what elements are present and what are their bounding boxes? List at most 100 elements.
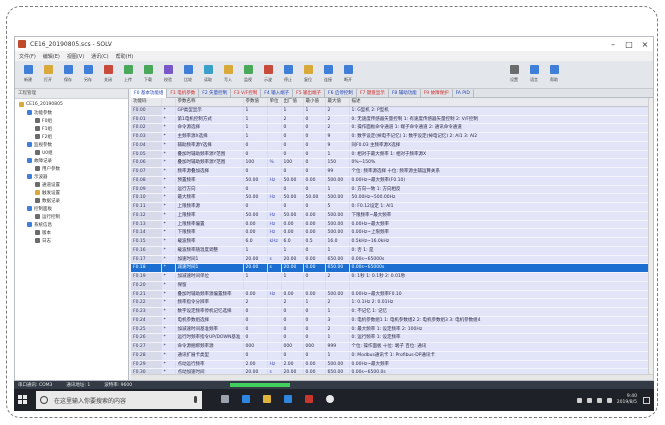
table-row[interactable]: F0.22 * 频率指令分辨率 2 2 1 2 1: 0.1Hz 2: 0.01Hz <box>131 298 653 308</box>
table-row[interactable]: F0.07 * 频率源叠加选择 0 0 0 99 个位: 频率源选择 十位: 频率源主辅运算关… <box>131 167 653 177</box>
column-header[interactable]: 出厂值 <box>281 98 304 107</box>
vertical-scrollbar[interactable] <box>648 98 653 375</box>
tree-node[interactable]: 监视参数 <box>27 141 52 148</box>
toolbar-button[interactable]: 断开 <box>339 64 357 86</box>
parameter-tab[interactable]: F3 V/F控制 <box>231 89 262 98</box>
menu-item[interactable]: 视图(V) <box>67 53 84 60</box>
table-cell[interactable]: 1 <box>243 272 268 282</box>
toolbar-button[interactable]: 新建 <box>19 64 37 86</box>
table-cell[interactable]: 0.00 <box>243 290 268 300</box>
table-row[interactable]: F0.16 * 载波频率随温度调整 1 1 0 1 0: 否 1: 是 <box>131 246 653 256</box>
toolbar-button[interactable]: 校验 <box>159 64 177 86</box>
volume-icon[interactable] <box>596 397 602 403</box>
table-cell[interactable]: 0 <box>243 351 268 361</box>
table-cell[interactable]: 50.00 <box>243 176 268 186</box>
table-cell[interactable]: 1 <box>243 123 268 133</box>
table-cell[interactable]: 50.00 <box>243 211 268 221</box>
maximize-button[interactable]: □ <box>621 37 637 51</box>
table-row[interactable]: F0.19 * 加减速时间单位 1 1 0 2 0: 1秒 1: 0.1秒 2: 0.01秒 <box>131 272 653 282</box>
table-row[interactable]: F0.29 * 点动运行频率 2.00 Hz 2.00 0.00 500.00 0.00Hz~最… <box>131 360 653 370</box>
table-cell[interactable]: 6.0 <box>243 237 268 247</box>
solv-icon[interactable] <box>302 392 316 408</box>
parameter-tab[interactable]: F5 输出端子 <box>293 89 326 98</box>
table-row[interactable]: F0.02 * 命令源选择 1 0 0 2 0: 操作面板命令通道 1: 端子命令通道 2: … <box>131 123 653 133</box>
table-cell[interactable]: 20.00 <box>243 263 268 273</box>
table-row[interactable]: F0.00 * GP类型显示 1 1 1 2 1: G型机 2: P型机 <box>131 106 653 116</box>
parameter-tab[interactable]: F8 辅助功能 <box>389 89 421 98</box>
tree-node[interactable]: 通道设置 <box>35 181 60 188</box>
edge-icon[interactable] <box>239 392 253 408</box>
tree-node[interactable]: 触发设置 <box>35 189 60 196</box>
parameter-tab[interactable]: F9 故障保护 <box>421 89 453 98</box>
table-row[interactable]: F0.24 * 电机参数组选择 0 0 0 3 0: 电机参数组1 1: 电机参数组2 2: … <box>131 316 653 326</box>
network-icon[interactable] <box>586 397 592 403</box>
tree-node[interactable]: 数据记录 <box>35 197 60 204</box>
tree-node[interactable]: U0组 <box>35 149 53 156</box>
table-row[interactable]: F0.27 * 命令源捆绑频率源 000 000 000 999 个位: 操作面板 十位: 端… <box>131 342 653 352</box>
parameter-tab[interactable]: F1 电机参数 <box>167 89 200 98</box>
toolbar-button[interactable]: 读取 <box>199 64 217 86</box>
tree-node[interactable]: F2组 <box>35 133 52 140</box>
table-cell[interactable]: 1 <box>243 246 268 256</box>
table-cell[interactable]: 0 <box>243 185 268 195</box>
tree-node[interactable]: 控制面板 <box>27 205 52 212</box>
column-header[interactable]: 描述 <box>349 98 653 107</box>
table-row[interactable]: F0.01 * 第1电机控制方式 1 2 0 2 0: 无速度传感器矢量控制 1: 有速度传感… <box>131 115 653 125</box>
tree-node[interactable]: 功能参数 <box>27 109 52 116</box>
table-row[interactable]: F0.11 * 上限频率源 0 0 0 5 0: F0.12设定 1: AI1 <box>131 202 653 212</box>
table-row[interactable]: F0.13 * 上限频率偏置 0.00 Hz 0.00 0.00 500.00 0.00Hz~最… <box>131 220 653 230</box>
parameter-tab[interactable]: F0 基本功能组 <box>131 89 168 98</box>
chevron-up-icon[interactable] <box>576 397 582 403</box>
table-row[interactable]: F0.05 * 叠加时辅助频率源Y范围 0 0 0 1 0: 相对于最大频率 1: 相对于频率… <box>131 150 653 160</box>
parameter-tab[interactable]: F6 启停控制 <box>325 89 357 98</box>
table-cell[interactable]: 0.00 <box>243 228 268 238</box>
column-header[interactable] <box>161 98 176 107</box>
column-header[interactable]: 功能码 <box>131 98 162 107</box>
table-row[interactable]: F0.28 * 通讯扩展卡类型 0 0 0 1 0: Modbus通讯卡 1: Profibu… <box>131 351 653 361</box>
table-row[interactable]: F0.03 * 主频率源X选择 1 0 0 9 0: 数字设定(掉电不记忆) 1: 数字设定(… <box>131 132 653 142</box>
toolbar-button[interactable]: 比较 <box>179 64 197 86</box>
table-cell[interactable]: 0 <box>243 202 268 212</box>
tree-node[interactable]: CE16_20190805 <box>19 101 63 108</box>
tree-node[interactable]: 系统信息 <box>27 221 52 228</box>
table-cell[interactable]: 0 <box>243 141 268 151</box>
store-icon[interactable] <box>281 392 295 408</box>
table-row[interactable]: F0.06 * 叠加时辅助频率源Y范围 100% 100 0 150 0%~150% <box>131 158 653 168</box>
table-cell[interactable]: 1 <box>243 132 268 142</box>
table-cell[interactable]: 0 <box>243 325 268 335</box>
menu-item[interactable]: 文件(F) <box>19 53 36 60</box>
table-row[interactable]: F0.20 * 保留 <box>131 281 653 291</box>
tree-node[interactable]: F1组 <box>35 125 52 132</box>
parameter-tab[interactable]: F2 矢量控制 <box>199 89 232 98</box>
tree-node[interactable]: 运行控制 <box>35 213 60 220</box>
table-row[interactable]: F0.15 * 载波频率 6.0 kHz 6.0 0.5 16.0 0.5kHz~16.0kHz <box>131 237 653 247</box>
column-header[interactable]: 参数名称 <box>175 98 244 107</box>
close-button[interactable]: × <box>637 37 653 51</box>
toolbar-button[interactable]: 打开 <box>39 64 57 86</box>
toolbar-button[interactable]: 连接 <box>319 64 337 86</box>
table-row[interactable]: F0.14 * 下限频率 0.00 Hz 0.00 0.00 500.00 0.00Hz~上限频… <box>131 228 653 238</box>
toolbar-button[interactable]: 另存 <box>79 64 97 86</box>
table-row[interactable]: F0.04 * 辅助频率源Y选择 0 0 0 9 同F0.03 主频率源X选择 <box>131 141 653 151</box>
column-header[interactable]: 最大值 <box>325 98 350 107</box>
tree-node[interactable]: 日志 <box>35 237 51 244</box>
table-cell[interactable]: 0 <box>243 333 268 343</box>
table-cell[interactable]: 0 <box>243 167 268 177</box>
tree-node[interactable]: 示波器 <box>27 173 48 180</box>
toolbar-button[interactable]: 复位 <box>299 64 317 86</box>
table-row[interactable]: F0.26 * 运行时频率指令UP/DOWN基准 0 0 0 1 0: 运行频率 1: 设定频… <box>131 333 653 343</box>
toolbar-button[interactable]: 写入 <box>219 64 237 86</box>
table-row[interactable]: F0.12 * 上限频率 50.00 Hz 50.00 0.00 500.00 下限频率~最大频… <box>131 211 653 221</box>
horizontal-scrollbar[interactable] <box>131 374 653 380</box>
table-cell[interactable]: 1 <box>243 115 268 125</box>
windows-start-icon[interactable] <box>18 395 28 405</box>
table-cell[interactable]: 2.00 <box>243 360 268 370</box>
table-cell[interactable]: 0 <box>243 150 268 160</box>
table-row[interactable]: F0.10 * 最大频率 50.00 Hz 50.00 50.00 500.00 50.00Hz… <box>131 193 653 203</box>
taskbar-search-box[interactable]: 在这里输入你要搜索的内容 <box>36 391 202 409</box>
toolbar-button[interactable]: 关闭 <box>99 64 117 86</box>
menu-item[interactable]: 编辑(E) <box>43 53 60 60</box>
parameter-tab[interactable]: F7 键盘显示 <box>357 89 389 98</box>
task-view-icon[interactable] <box>218 392 232 408</box>
input-method-icon[interactable] <box>606 397 612 403</box>
